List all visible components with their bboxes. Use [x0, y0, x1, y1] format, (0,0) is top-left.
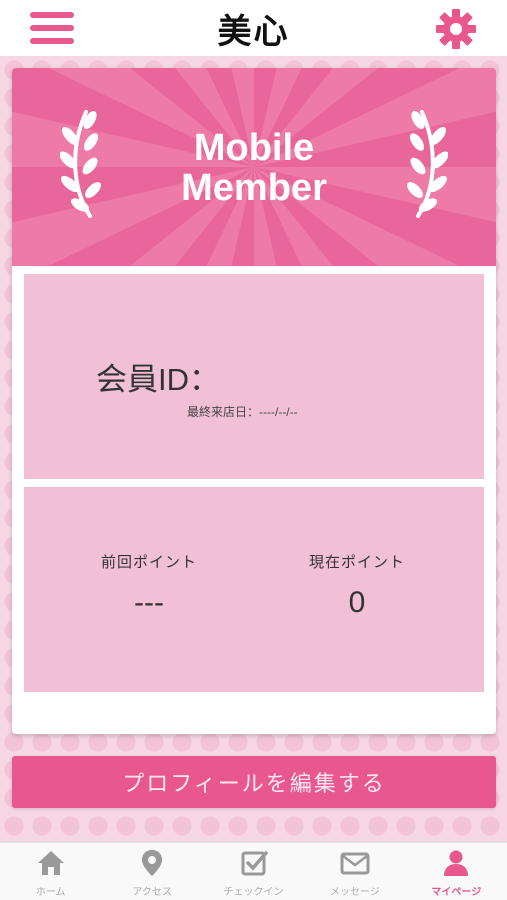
bottom-nav: ホーム アクセス チェックイン メッセージ マイページ: [0, 842, 507, 900]
previous-points: 前回ポイント ---: [34, 551, 264, 620]
nav-label: マイページ: [431, 887, 482, 898]
nav-item-message[interactable]: メッセージ: [304, 843, 405, 900]
points-panel: 前回ポイント --- 現在ポイント 0: [24, 487, 484, 692]
current-points: 現在ポイント 0: [242, 551, 472, 620]
last-visit-date: 最終来店日：----/--/--: [187, 405, 298, 419]
envelope-icon: [340, 852, 370, 875]
nav-item-access[interactable]: アクセス: [101, 843, 202, 900]
member-id-label: 会員ID：: [96, 362, 220, 397]
nav-label: チェックイン: [223, 887, 284, 898]
app-title: 美心: [217, 11, 290, 52]
gear-icon[interactable]: [435, 8, 477, 50]
current-points-label: 現在ポイント: [308, 554, 405, 571]
nav-label: アクセス: [132, 887, 172, 898]
member-id-panel: 会員ID： 最終来店日：----/--/--: [24, 274, 484, 479]
person-icon: [444, 850, 469, 876]
map-pin-icon: [142, 850, 163, 876]
nav-item-home[interactable]: ホーム: [0, 843, 101, 900]
laurel-icon: [407, 110, 448, 218]
edit-profile-button[interactable]: プロフィールを編集する: [12, 756, 496, 808]
member-card: Mobile Member 会員ID： 最終来店日：----/--/-- 前回ポ…: [12, 68, 496, 734]
mobile-member-banner: Mobile Member: [12, 68, 496, 266]
nav-label: ホーム: [35, 887, 66, 898]
nav-item-checkin[interactable]: チェックイン: [203, 843, 304, 900]
app-header: 美心: [0, 0, 507, 56]
hamburger-menu-icon[interactable]: [30, 10, 74, 46]
nav-label: メッセージ: [330, 887, 380, 898]
checkbox-icon: [241, 851, 268, 876]
current-points-value: 0: [348, 586, 366, 619]
nav-item-mypage[interactable]: マイページ: [406, 843, 507, 900]
home-icon: [37, 851, 64, 875]
previous-points-value: ---: [134, 586, 164, 619]
previous-points-label: 前回ポイント: [100, 554, 197, 571]
